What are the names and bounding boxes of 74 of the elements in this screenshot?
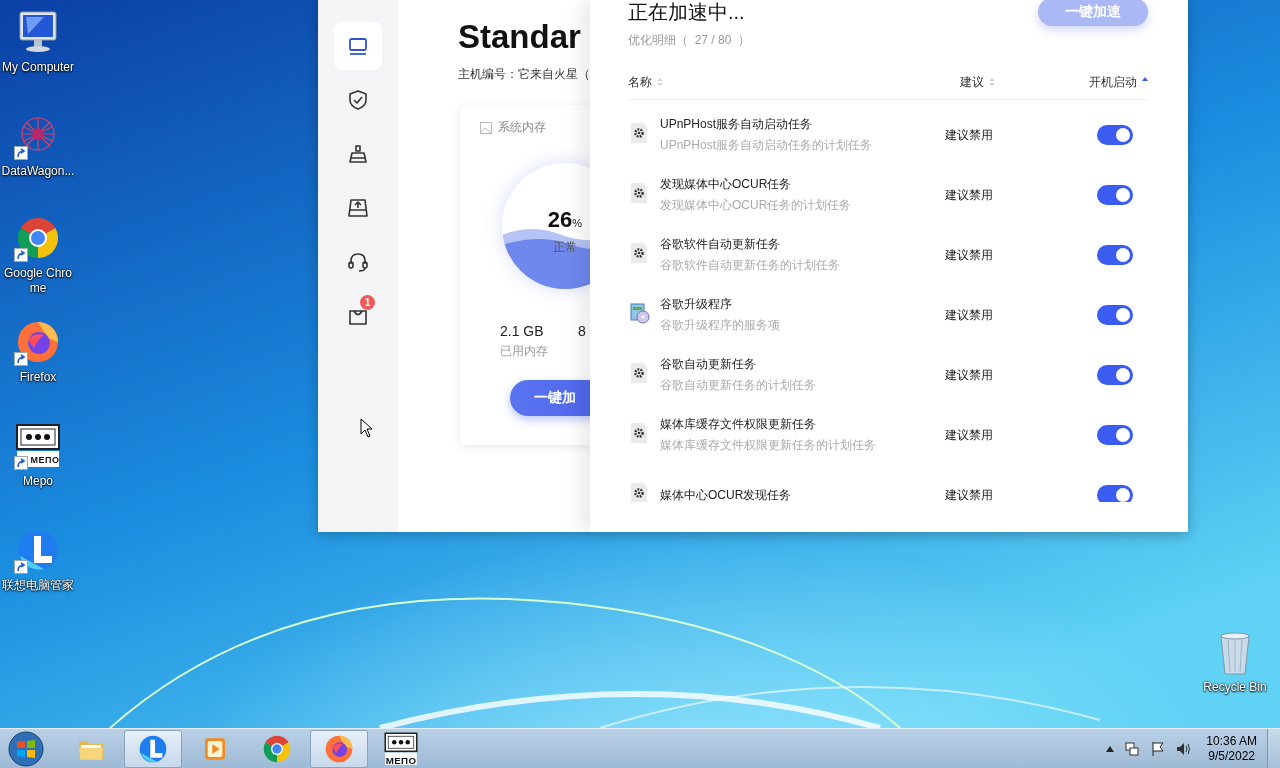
advice-text: 建议禁用 [945,486,994,502]
toggle-switch[interactable] [1097,185,1133,205]
boost-button[interactable]: 一键加 [510,380,590,416]
drive-icon [347,197,369,219]
panel-title: 正在加速中... [628,0,746,24]
notification-badge: 1 [360,295,375,310]
toggle-switch[interactable] [1097,485,1133,502]
flag-icon[interactable] [1150,740,1167,757]
taskbar-app-button[interactable] [124,729,182,768]
advice-text: 建议禁用 [945,366,994,384]
toggle-switch[interactable] [1097,245,1133,265]
show-desktop-button[interactable] [1267,728,1280,768]
show-hidden-icons-icon[interactable] [1106,745,1115,752]
toggle-switch[interactable] [1097,365,1133,385]
toggle-switch[interactable] [1097,305,1133,325]
task-description: 谷歌软件自动更新任务的计划任务 [660,257,841,274]
clock[interactable]: 10:36 AM 9/5/2022 [1202,733,1261,764]
toggle-switch[interactable] [1097,125,1133,145]
gear-file-icon [630,482,648,502]
gear-file-icon [630,122,648,144]
desktop-icon-label[interactable]: Google Chrome [1,266,75,296]
column-header[interactable]: 名称 [628,73,652,91]
percent-unit: % [572,217,583,229]
gear-file-icon [630,242,648,264]
stat-label: 已用内存 [500,343,548,360]
host-id-text: 主机编号：它来自火星（ [458,66,590,83]
task-name: 谷歌软件自动更新任务 [660,236,781,253]
percent-value: 26 [547,207,573,232]
advice-text: 建议禁用 [945,426,994,444]
taskbar-app-button[interactable]: МЕПО [372,729,430,768]
task-description: 谷歌升级程序的服务项 [660,317,781,334]
task-name: UPnPHost服务自动启动任务 [660,116,814,133]
task-description: 媒体库缓存文件权限更新任务的计划任务 [660,437,877,454]
card-title: 系统内存 [498,119,546,136]
advice-text: 建议禁用 [945,306,994,324]
mouse-cursor-icon [360,418,374,438]
image-icon [480,121,492,134]
desktop-icon-label[interactable]: 联想电脑管家 [2,578,74,593]
headset-icon [347,251,369,273]
sidebar-item[interactable]: 1 [334,292,382,340]
column-header[interactable]: 建议 [960,73,984,91]
task-name: 媒体中心OCUR发现任务 [660,486,793,502]
task-name: 媒体库缓存文件权限更新任务 [660,416,817,433]
windows-orb-icon [8,730,44,767]
progress-text: 优化明细（ 27 / 80 ） [628,32,751,49]
gear-file-icon [630,422,648,444]
gear-file-icon [630,182,648,204]
advice-text: 建议禁用 [945,126,994,144]
desktop-icon-label[interactable]: My Computer [2,60,74,75]
gear-file-icon [630,362,648,384]
task-description: 发现媒体中心OCUR任务的计划任务 [660,197,853,214]
stat-value: 8 [578,323,586,339]
stat-value: 2.1 GB [500,323,545,339]
page-title: Standar [458,17,582,57]
taskbar-app-button[interactable] [310,729,368,768]
sidebar-item[interactable] [334,22,382,70]
task-name: 谷歌自动更新任务 [660,356,757,373]
shield-check-icon [347,89,369,111]
toggle-switch[interactable] [1097,425,1133,445]
advice-text: 建议禁用 [945,186,994,204]
task-name: 发现媒体中心OCUR任务 [660,176,793,193]
status-text: 正常 [553,240,577,254]
task-description: UPnPHost服务自动启动任务的计划任务 [660,137,874,154]
desktop-icon-label[interactable]: Mepo [23,474,53,489]
broom-icon [347,143,369,165]
task-description: 谷歌自动更新任务的计划任务 [660,377,817,394]
installer-icon [630,302,650,324]
advice-text: 建议禁用 [945,246,994,264]
column-header[interactable]: 开机启动 [1089,73,1137,91]
desktop-icon-label[interactable]: DataWagon... [1,164,75,179]
monitor-icon [347,35,369,57]
network-icon[interactable] [1124,740,1141,757]
desktop-icon-label[interactable]: Firefox [19,370,57,385]
task-name: 谷歌升级程序 [660,296,733,313]
